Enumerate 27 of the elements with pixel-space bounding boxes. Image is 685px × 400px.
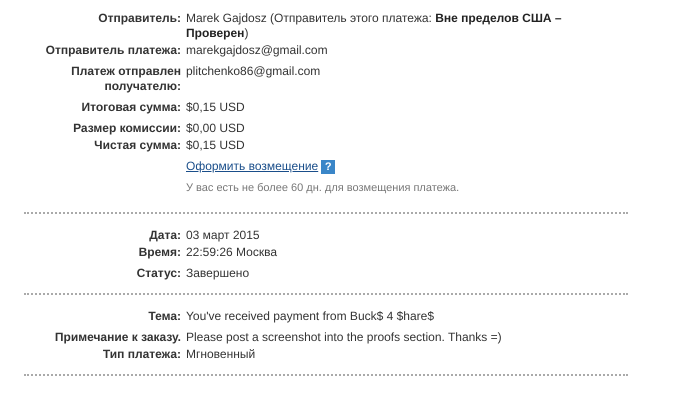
field-label: Платеж отправлен получателю:: [70, 64, 181, 94]
help-icon[interactable]: ?: [321, 160, 336, 174]
field-label: Тема:: [147, 309, 181, 324]
field-value: Please post a screenshot into the proofs section. Thanks =): [186, 330, 502, 345]
refund-note: У вас есть не более 60 дн. для возмещения платежа.: [186, 181, 460, 196]
field-label: Чистая сумма:: [93, 138, 181, 153]
field-value: 22:59:26 Москва: [186, 245, 278, 260]
field-label: Дата:: [148, 228, 181, 243]
field-value: Marek Gajdosz (Отправитель этого платежа: Вне пределов США – Проверен): [186, 11, 563, 41]
field-label: Статус:: [136, 266, 181, 281]
field-label: Отправитель платежа:: [44, 43, 181, 58]
field-label: Итоговая сумма:: [80, 100, 181, 115]
field-value: plitchenko86@gmail.com: [186, 64, 320, 80]
refund-link[interactable]: Оформить возмещение: [186, 159, 318, 173]
field-label: Время:: [138, 245, 181, 260]
field-label: Тип платежа:: [102, 347, 181, 362]
field-value: Мгновенный: [186, 347, 256, 362]
field-label: Размер комиссии:: [72, 121, 181, 136]
field-value: You've received payment from Buck$ 4 $hare$: [186, 309, 434, 324]
field-value: $0,15 USD: [186, 100, 245, 115]
field-value: $0,15 USD: [186, 138, 245, 153]
field-value: 03 март 2015: [186, 228, 260, 243]
field-value: marekgajdosz@gmail.com: [186, 43, 328, 58]
field-label: Отправитель:: [97, 11, 181, 27]
field-label: Примечание к заказу.: [54, 330, 181, 345]
field-value: Завершено: [186, 266, 250, 281]
field-value: $0,00 USD: [186, 121, 245, 136]
